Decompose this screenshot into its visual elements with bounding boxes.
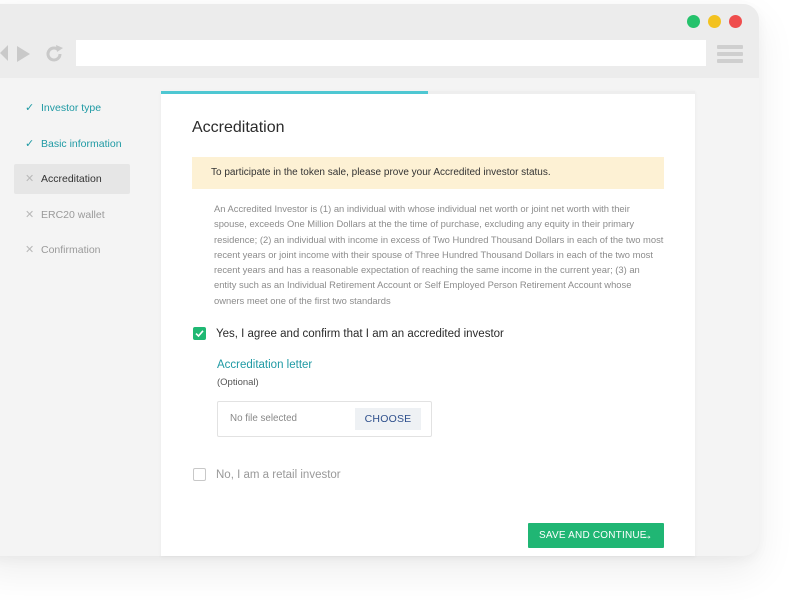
arrow-right-icon: → (640, 528, 653, 542)
minimize-window-button[interactable] (708, 15, 721, 28)
step-progress-fill (161, 91, 428, 94)
save-and-continue-label: SAVE AND CONTINUE (539, 530, 647, 541)
back-icon[interactable] (0, 44, 8, 62)
sidebar-item-label: ERC20 wallet (41, 208, 105, 221)
reload-icon[interactable] (44, 44, 64, 64)
sidebar-item-accreditation[interactable]: ✕ Accreditation (14, 164, 130, 194)
checkmark-icon (195, 330, 204, 338)
maximize-window-button[interactable] (687, 15, 700, 28)
sidebar-item-basic-information[interactable]: ✓ Basic information (14, 129, 130, 159)
sidebar-item-confirmation[interactable]: ✕ Confirmation (14, 235, 130, 265)
cross-icon: ✕ (25, 173, 35, 185)
sidebar-item-label: Investor type (41, 102, 102, 114)
forward-icon[interactable] (17, 46, 30, 62)
address-bar[interactable] (76, 40, 706, 66)
upload-title: Accreditation letter (217, 359, 313, 371)
sidebar-item-investor-type[interactable]: ✓ Investor type (14, 93, 130, 123)
sidebar-item-label: Basic information (41, 137, 122, 150)
accreditation-form-card: Accreditation To participate in the toke… (161, 91, 695, 556)
menu-icon[interactable] (717, 45, 743, 63)
retail-investor-option-label[interactable]: No, I am a retail investor (216, 468, 341, 482)
cross-icon: ✕ (25, 244, 35, 256)
accredited-investor-option-label[interactable]: Yes, I agree and confirm that I am an ac… (216, 327, 504, 341)
info-notice: To participate in the token sale, please… (192, 157, 664, 189)
close-window-button[interactable] (729, 15, 742, 28)
step-progress-bar (161, 91, 695, 94)
browser-toolbar (0, 4, 759, 78)
steps-sidebar: ✓ Investor type ✓ Basic information ✕ Ac… (14, 93, 130, 271)
file-status-text: No file selected (230, 413, 297, 424)
sidebar-item-label: Confirmation (41, 244, 101, 256)
upload-optional-note: (Optional) (217, 377, 259, 388)
retail-investor-checkbox[interactable] (193, 468, 206, 481)
accredited-investor-checkbox[interactable] (193, 327, 206, 340)
check-icon: ✓ (25, 102, 35, 114)
accredited-investor-description: An Accredited Investor is (1) an individ… (214, 203, 664, 306)
check-icon: ✓ (25, 137, 35, 150)
file-upload-field[interactable]: No file selected CHOOSE (217, 401, 432, 437)
cross-icon: ✕ (25, 208, 35, 221)
sidebar-item-erc20-wallet[interactable]: ✕ ERC20 wallet (14, 200, 130, 230)
choose-file-button[interactable]: CHOOSE (355, 408, 421, 430)
page-title: Accreditation (192, 119, 285, 136)
save-and-continue-button[interactable]: SAVE AND CONTINUE → (528, 523, 664, 548)
sidebar-item-label: Accreditation (41, 173, 102, 185)
